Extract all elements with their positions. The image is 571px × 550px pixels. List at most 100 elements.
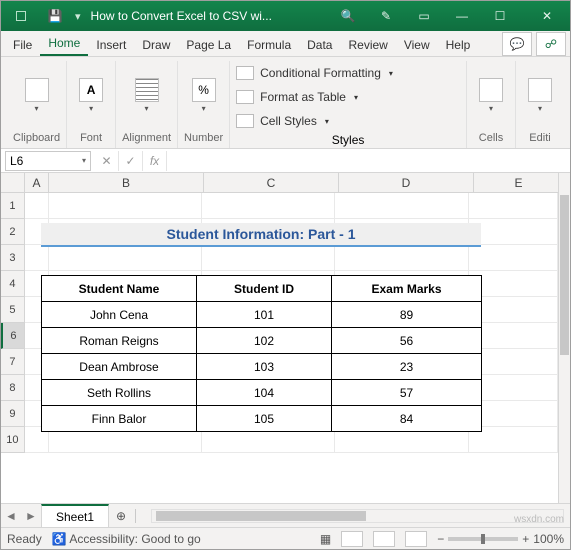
pagebreak-view-button[interactable] bbox=[405, 531, 427, 547]
cell[interactable] bbox=[49, 375, 202, 401]
cell[interactable] bbox=[335, 375, 469, 401]
pagelayout-view-button[interactable] bbox=[373, 531, 395, 547]
cell[interactable] bbox=[469, 401, 558, 427]
cell[interactable] bbox=[335, 245, 469, 271]
tab-nav-prev-icon[interactable]: ◄ bbox=[1, 506, 21, 526]
col-header-D[interactable]: D bbox=[339, 173, 474, 192]
cell[interactable] bbox=[469, 219, 558, 245]
col-header-B[interactable]: B bbox=[49, 173, 204, 192]
tab-data[interactable]: Data bbox=[299, 33, 340, 56]
name-box[interactable]: L6▾ bbox=[5, 151, 91, 171]
maximize-button[interactable]: ☐ bbox=[486, 1, 514, 31]
cell[interactable] bbox=[202, 427, 336, 453]
autosave-icon[interactable] bbox=[7, 1, 35, 31]
sheet-tab-active[interactable]: Sheet1 bbox=[41, 504, 109, 528]
cell[interactable] bbox=[49, 323, 202, 349]
cell[interactable] bbox=[335, 401, 469, 427]
tab-formulas[interactable]: Formula bbox=[239, 33, 299, 56]
minimize-button[interactable]: — bbox=[448, 1, 476, 31]
row-header[interactable]: 6 bbox=[1, 323, 25, 349]
cell[interactable] bbox=[25, 427, 49, 453]
new-sheet-button[interactable]: ⊕ bbox=[109, 509, 133, 523]
cell[interactable] bbox=[469, 245, 558, 271]
row-header[interactable]: 1 bbox=[1, 193, 25, 219]
col-header-E[interactable]: E bbox=[474, 173, 564, 192]
horizontal-scrollbar[interactable] bbox=[151, 509, 564, 523]
share-button[interactable]: ☍ bbox=[536, 32, 566, 56]
number-button[interactable]: %▾ bbox=[186, 74, 222, 118]
cell[interactable] bbox=[25, 245, 49, 271]
fx-icon[interactable]: fx bbox=[143, 151, 167, 171]
formula-input[interactable] bbox=[167, 151, 570, 171]
ribbon-options-icon[interactable]: ▭ bbox=[410, 1, 438, 31]
col-header-C[interactable]: C bbox=[204, 173, 339, 192]
cell[interactable] bbox=[202, 375, 336, 401]
cell[interactable] bbox=[25, 271, 49, 297]
col-header-A[interactable]: A bbox=[25, 173, 49, 192]
cell[interactable] bbox=[202, 349, 336, 375]
zoom-control[interactable]: − + 100% bbox=[437, 532, 564, 546]
tab-home[interactable]: Home bbox=[40, 31, 88, 56]
zoom-in-button[interactable]: + bbox=[522, 532, 529, 546]
cell[interactable] bbox=[335, 349, 469, 375]
enter-formula-icon[interactable]: ✓ bbox=[119, 151, 143, 171]
zoom-slider[interactable] bbox=[448, 537, 518, 541]
tab-review[interactable]: Review bbox=[340, 33, 395, 56]
font-button[interactable]: A▾ bbox=[73, 74, 109, 118]
conditional-formatting-button[interactable]: Conditional Formatting▾ bbox=[236, 61, 460, 85]
cell[interactable] bbox=[335, 193, 469, 219]
cell[interactable] bbox=[25, 323, 49, 349]
qat-icon-1[interactable]: ✎ bbox=[372, 1, 400, 31]
tab-file[interactable]: File bbox=[5, 33, 40, 56]
cell[interactable] bbox=[469, 375, 558, 401]
cell[interactable] bbox=[202, 297, 336, 323]
worksheet-grid[interactable]: ABCDE 12345678910Student Information: Pa… bbox=[1, 173, 570, 503]
close-button[interactable]: ✕ bbox=[524, 1, 570, 31]
normal-view-button[interactable] bbox=[341, 531, 363, 547]
row-header[interactable]: 5 bbox=[1, 297, 25, 323]
cell[interactable] bbox=[49, 427, 202, 453]
cell[interactable] bbox=[25, 349, 49, 375]
tab-help[interactable]: Help bbox=[438, 33, 479, 56]
tab-draw[interactable]: Draw bbox=[134, 33, 178, 56]
cell[interactable] bbox=[202, 219, 336, 245]
cell-styles-button[interactable]: Cell Styles▾ bbox=[236, 109, 460, 133]
display-settings-icon[interactable]: ▦ bbox=[320, 532, 331, 546]
cell[interactable] bbox=[202, 323, 336, 349]
cell[interactable] bbox=[335, 219, 469, 245]
editing-button[interactable]: ▾ bbox=[522, 74, 558, 118]
cell[interactable] bbox=[202, 245, 336, 271]
tab-nav-next-icon[interactable]: ► bbox=[21, 506, 41, 526]
comments-button[interactable]: 💬 bbox=[502, 32, 532, 56]
row-header[interactable]: 8 bbox=[1, 375, 25, 401]
cell[interactable] bbox=[469, 193, 558, 219]
cell[interactable] bbox=[49, 219, 202, 245]
tab-pagelayout[interactable]: Page La bbox=[178, 33, 239, 56]
alignment-button[interactable]: ▾ bbox=[129, 74, 165, 118]
cell[interactable] bbox=[469, 323, 558, 349]
cell[interactable] bbox=[25, 401, 49, 427]
row-header[interactable]: 2 bbox=[1, 219, 25, 245]
zoom-level[interactable]: 100% bbox=[533, 532, 564, 546]
select-all-corner[interactable] bbox=[1, 173, 25, 192]
cell[interactable] bbox=[202, 271, 336, 297]
cell[interactable] bbox=[49, 401, 202, 427]
cell[interactable] bbox=[202, 401, 336, 427]
row-header[interactable]: 7 bbox=[1, 349, 25, 375]
cell[interactable] bbox=[335, 323, 469, 349]
paste-button[interactable]: ▾ bbox=[19, 74, 55, 118]
row-header[interactable]: 10 bbox=[1, 427, 25, 453]
accessibility-status[interactable]: ♿ Accessibility: Good to go bbox=[52, 532, 201, 546]
row-header[interactable]: 4 bbox=[1, 271, 25, 297]
cell[interactable] bbox=[469, 427, 558, 453]
cell[interactable] bbox=[49, 193, 202, 219]
tab-view[interactable]: View bbox=[396, 33, 438, 56]
cell[interactable] bbox=[469, 349, 558, 375]
cell[interactable] bbox=[335, 297, 469, 323]
row-header[interactable]: 9 bbox=[1, 401, 25, 427]
cell[interactable] bbox=[25, 193, 49, 219]
cell[interactable] bbox=[49, 349, 202, 375]
cell[interactable] bbox=[49, 271, 202, 297]
cell[interactable] bbox=[469, 271, 558, 297]
cell[interactable] bbox=[202, 193, 336, 219]
